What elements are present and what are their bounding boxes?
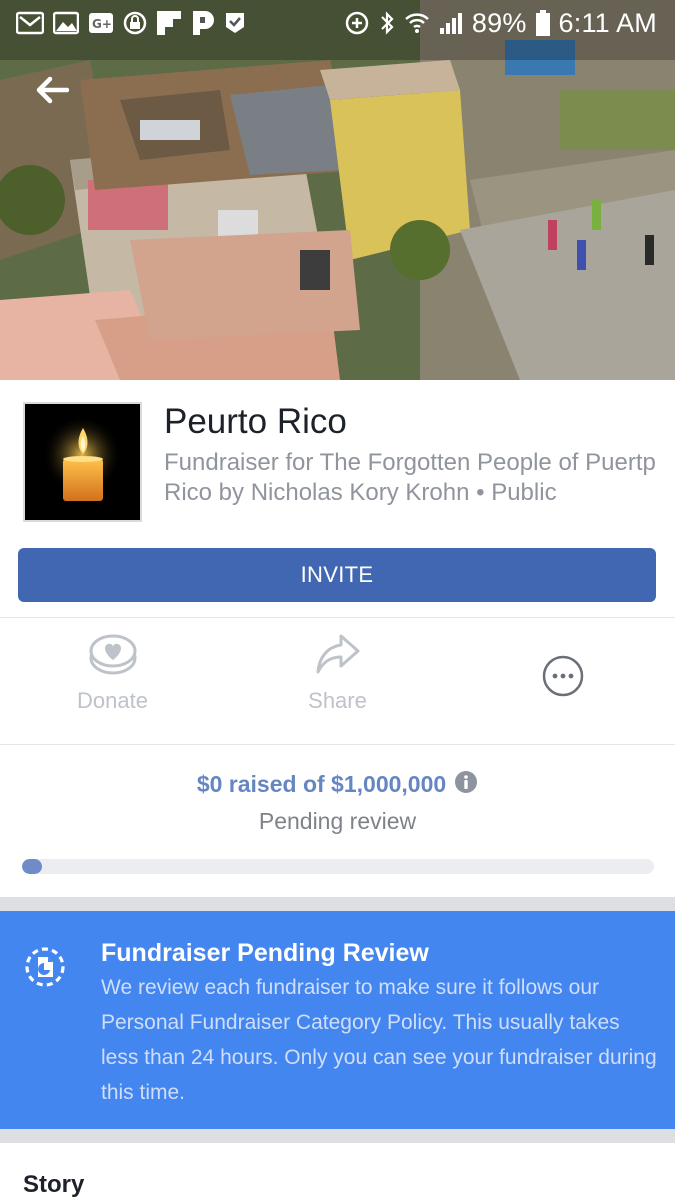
donate-button[interactable]: Donate xyxy=(0,618,225,744)
gallery-icon xyxy=(53,11,79,35)
banner-body: We review each fundraiser to make sure i… xyxy=(101,976,657,1104)
svg-text:G+: G+ xyxy=(92,17,112,31)
gmail-icon xyxy=(16,11,44,35)
flipboard-icon xyxy=(156,10,182,36)
clock: 6:11 AM xyxy=(558,7,657,38)
system-indicators: 89% 6:11 AM xyxy=(344,8,657,39)
hurricane-damage-photo xyxy=(0,0,675,380)
raised-amount: $0 raised of $1,000,000 xyxy=(196,771,447,797)
story-heading: Story xyxy=(23,1171,85,1198)
donate-label: Donate xyxy=(77,688,148,713)
share-button[interactable]: Share xyxy=(225,618,450,744)
bluetooth-icon xyxy=(379,10,395,36)
pending-review-icon xyxy=(23,945,67,989)
check-app-icon xyxy=(224,11,246,35)
battery-percent: 89% xyxy=(471,7,527,38)
section-divider xyxy=(0,1129,675,1143)
section-divider xyxy=(0,897,675,911)
data-saver-icon xyxy=(344,10,370,36)
banner-title: Fundraiser Pending Review xyxy=(101,939,429,967)
back-button[interactable] xyxy=(30,72,74,108)
more-options-icon xyxy=(542,655,583,697)
wifi-icon xyxy=(404,11,430,35)
candle-icon xyxy=(25,404,140,520)
action-bar: Donate Share xyxy=(0,617,675,745)
donate-coin-heart-icon xyxy=(89,634,136,675)
progress-bar xyxy=(22,859,654,874)
pending-status: Pending review xyxy=(258,808,417,834)
status-bar: G+ 89% 6:11 AM xyxy=(0,0,675,46)
notification-icons: G+ xyxy=(16,10,246,36)
invite-button[interactable]: INVITE xyxy=(18,548,656,602)
page-subtitle: Fundraiser for The Forgotten People of P… xyxy=(164,449,656,506)
back-arrow-icon xyxy=(36,76,69,104)
share-arrow-icon xyxy=(316,634,359,674)
info-icon[interactable] xyxy=(454,770,478,799)
cover-photo: G+ 89% 6:11 AM xyxy=(0,0,675,380)
progress-fill xyxy=(22,859,42,874)
pandora-icon xyxy=(191,10,215,36)
lock-app-icon xyxy=(123,11,147,35)
more-options-button[interactable] xyxy=(450,618,675,744)
share-label: Share xyxy=(308,688,367,713)
fundraiser-profile-picture[interactable] xyxy=(23,402,142,522)
raised-summary: $0 raised of $1,000,000 xyxy=(0,770,675,799)
battery-icon xyxy=(535,10,550,36)
signal-icon xyxy=(439,11,463,35)
google-plus-icon: G+ xyxy=(88,11,114,35)
page-title: Peurto Rico xyxy=(164,402,347,441)
